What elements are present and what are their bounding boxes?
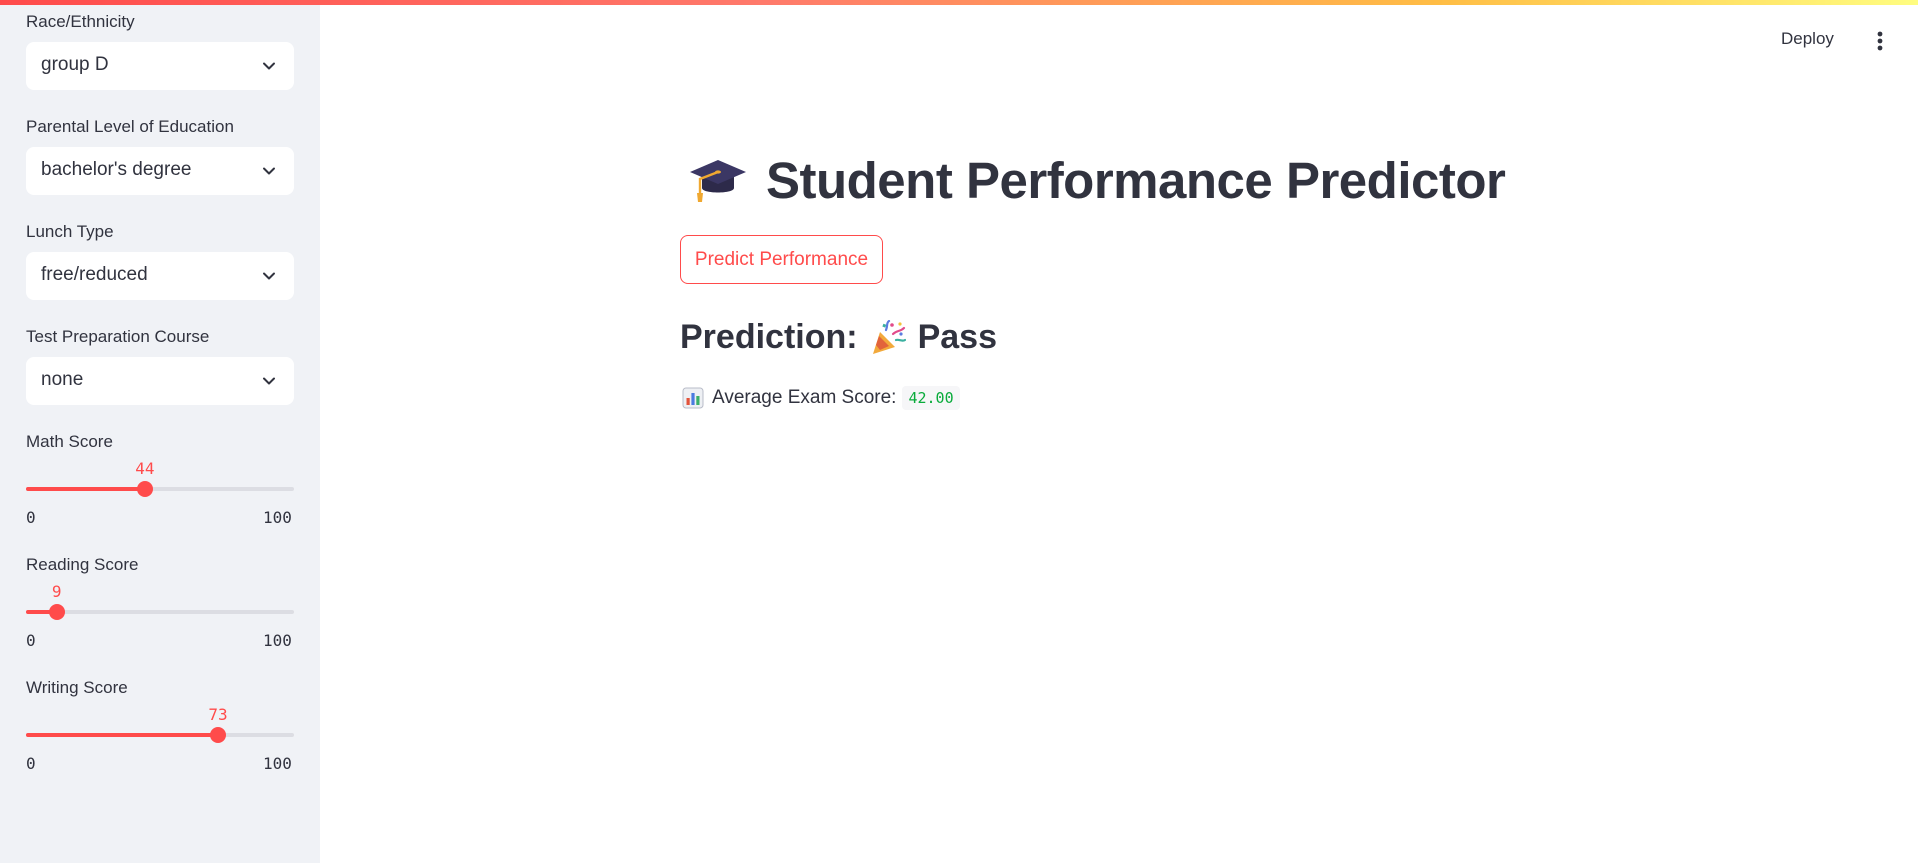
reading-score-slider[interactable] bbox=[26, 604, 294, 620]
chevron-down-icon bbox=[263, 272, 275, 280]
chevron-down-icon bbox=[263, 167, 275, 175]
math-score-label: Math Score bbox=[26, 432, 113, 451]
test-prep-select[interactable]: none bbox=[26, 357, 294, 405]
reading-score-max: 100 bbox=[263, 631, 292, 650]
deploy-button[interactable]: Deploy bbox=[1775, 28, 1840, 50]
slider-fill bbox=[26, 487, 145, 491]
test-prep-value: none bbox=[41, 369, 84, 390]
sidebar: Race/Ethnicity group D Parental Level of… bbox=[0, 0, 320, 863]
prediction-label: Prediction: bbox=[680, 318, 858, 356]
race-ethnicity-label: Race/Ethnicity bbox=[26, 12, 135, 31]
bar-chart-icon bbox=[682, 387, 704, 409]
math-score-slider[interactable] bbox=[26, 481, 294, 497]
writing-score-max: 100 bbox=[263, 754, 292, 773]
lunch-type-select[interactable]: free/reduced bbox=[26, 252, 294, 300]
top-decoration-bar bbox=[0, 0, 1918, 5]
parental-education-value: bachelor's degree bbox=[41, 159, 192, 180]
chevron-down-icon bbox=[263, 377, 275, 385]
lunch-type-value: free/reduced bbox=[41, 264, 148, 285]
math-score-min: 0 bbox=[26, 508, 36, 527]
reading-score-label: Reading Score bbox=[26, 555, 139, 574]
page-title: Student Performance Predictor bbox=[766, 151, 1506, 209]
writing-score-value: 73 bbox=[208, 705, 228, 724]
race-ethnicity-value: group D bbox=[41, 54, 109, 75]
lunch-type-label: Lunch Type bbox=[26, 222, 114, 241]
writing-score-min: 0 bbox=[26, 754, 36, 773]
slider-thumb[interactable] bbox=[209, 727, 226, 743]
prediction-result: Prediction: Pass bbox=[680, 318, 997, 357]
chevron-down-icon bbox=[263, 62, 275, 70]
parental-education-label: Parental Level of Education bbox=[26, 117, 234, 136]
reading-score-value: 9 bbox=[51, 582, 62, 601]
predict-performance-button[interactable]: Predict Performance bbox=[680, 235, 883, 284]
average-score-value: 42.00 bbox=[902, 386, 960, 410]
graduation-cap-icon bbox=[690, 160, 746, 202]
party-popper-icon bbox=[872, 319, 906, 354]
prediction-value: Pass bbox=[917, 318, 997, 356]
average-score-line: Average Exam Score: 42.00 bbox=[682, 386, 960, 410]
reading-score-min: 0 bbox=[26, 631, 36, 650]
test-prep-label: Test Preparation Course bbox=[26, 327, 210, 346]
parental-education-select[interactable]: bachelor's degree bbox=[26, 147, 294, 195]
average-score-label: Average Exam Score: bbox=[712, 387, 897, 408]
main-content bbox=[320, 0, 1918, 863]
math-score-value: 44 bbox=[135, 459, 155, 478]
writing-score-label: Writing Score bbox=[26, 678, 128, 697]
math-score-max: 100 bbox=[263, 508, 292, 527]
vertical-ellipsis-icon[interactable] bbox=[1872, 30, 1888, 52]
writing-score-slider[interactable] bbox=[26, 727, 294, 743]
race-ethnicity-select[interactable]: group D bbox=[26, 42, 294, 90]
slider-fill bbox=[26, 733, 218, 737]
page-title-row: Student Performance Predictor bbox=[688, 148, 1506, 212]
slider-thumb[interactable] bbox=[136, 481, 153, 497]
slider-thumb[interactable] bbox=[48, 604, 65, 620]
